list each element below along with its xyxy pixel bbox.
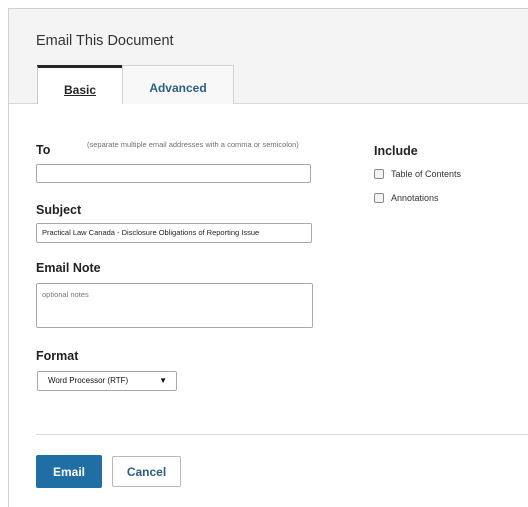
tab-advanced-label: Advanced [149,81,207,95]
annotations-checkbox[interactable] [374,193,384,203]
toc-checkbox[interactable] [374,169,384,179]
format-label: Format [36,349,79,363]
to-hint: (separate multiple email addresses with … [87,140,299,149]
format-select[interactable]: Word Processor (RTF) ▼ [37,371,177,391]
tab-basic-label: Basic [63,83,97,97]
include-label: Include [374,144,418,158]
format-selected-value: Word Processor (RTF) [48,376,129,385]
annotations-checkbox-label[interactable]: Annotations [391,193,439,203]
include-toc-option: Table of Contents [374,169,461,179]
dialog-title: Email This Document [36,33,174,49]
dialog-header: Email This Document Basic Advanced [9,9,528,104]
subject-input[interactable]: Practical Law Canada - Disclosure Obliga… [36,223,312,243]
toc-checkbox-label[interactable]: Table of Contents [391,169,461,179]
subject-label: Subject [36,203,82,217]
to-label: To [36,143,51,157]
tab-basic[interactable]: Basic [37,65,123,104]
footer-divider [36,434,528,435]
dropdown-arrow-icon: ▼ [159,376,167,385]
cancel-button[interactable]: Cancel [112,456,181,487]
email-note-label: Email Note [36,261,101,275]
to-input[interactable] [36,164,311,183]
tab-advanced[interactable]: Advanced [122,65,234,104]
email-button[interactable]: Email [36,455,102,488]
include-annotations-option: Annotations [374,193,439,203]
email-note-textarea[interactable]: optional notes [36,283,313,328]
email-document-dialog: Email This Document Basic Advanced To (s… [8,8,528,507]
